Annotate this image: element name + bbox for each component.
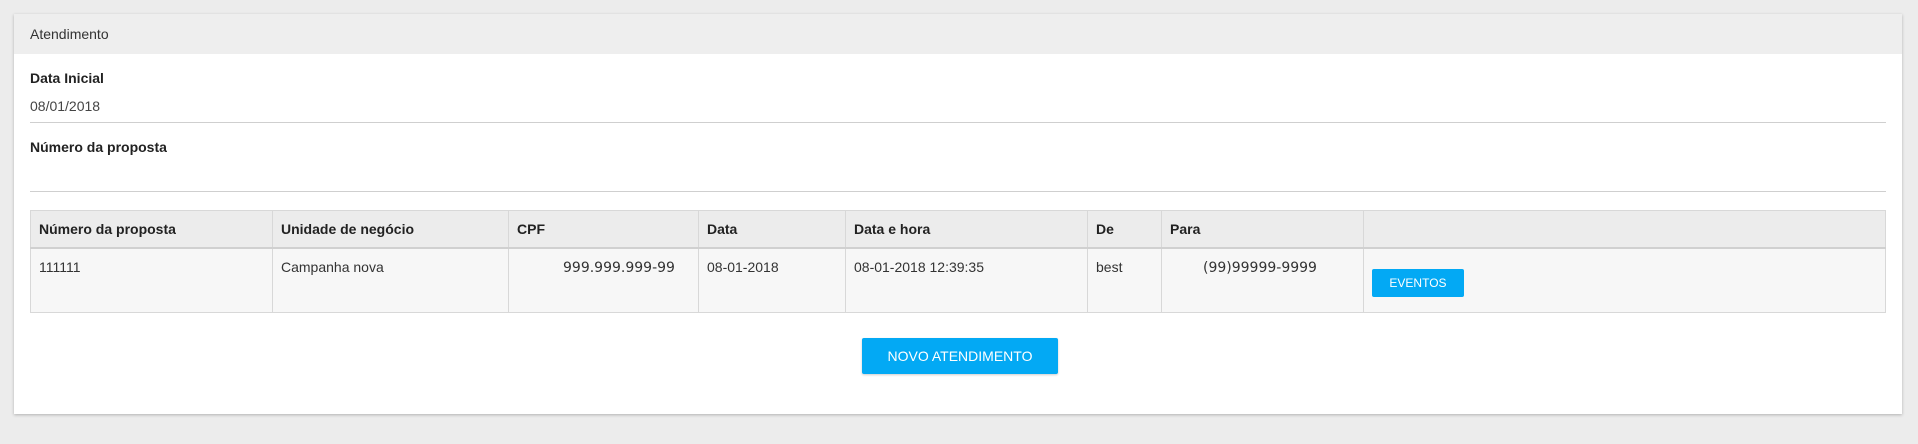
- column-header-unidade-negocio: Unidade de negócio: [272, 210, 509, 249]
- cell-data-text: 08-01-2018: [707, 259, 779, 275]
- column-header-data-hora: Data e hora: [845, 210, 1088, 249]
- cell-para: (99)99999-9999: [1161, 247, 1364, 313]
- column-header-data: Data: [698, 210, 846, 249]
- numero-proposta-input[interactable]: [30, 167, 1886, 183]
- cell-data-hora: 08-01-2018 12:39:35: [845, 247, 1088, 313]
- table-row: 111111 Campanha nova 999.999.999-99 08-0…: [30, 247, 1886, 313]
- results-table: Número da proposta Unidade de negócio CP…: [30, 210, 1886, 313]
- cell-actions: EVENTOS: [1363, 247, 1886, 313]
- column-header-cpf: CPF: [508, 210, 699, 249]
- cell-cpf-text: 999.999.999-99: [563, 260, 675, 276]
- cell-para-text: (99)99999-9999: [1203, 260, 1317, 276]
- cell-de-text: best: [1096, 259, 1123, 275]
- numero-proposta-label: Número da proposta: [30, 139, 167, 155]
- data-inicial-field: Data Inicial: [30, 54, 1886, 123]
- column-header-actions: [1363, 210, 1886, 249]
- eventos-button[interactable]: EVENTOS: [1372, 269, 1464, 297]
- data-inicial-input[interactable]: [30, 98, 1886, 114]
- panel-header: Atendimento: [14, 14, 1902, 54]
- column-header-para: Para: [1161, 210, 1364, 249]
- column-header-numero-proposta: Número da proposta: [30, 210, 273, 249]
- atendimento-panel: Atendimento Data Inicial Número da propo…: [14, 14, 1902, 414]
- cell-unidade-negocio: Campanha nova: [272, 247, 509, 313]
- panel-title: Atendimento: [30, 26, 109, 42]
- numero-proposta-field: Número da proposta: [30, 123, 1886, 192]
- table-header-row: Número da proposta Unidade de negócio CP…: [30, 210, 1886, 249]
- cell-data: 08-01-2018: [698, 247, 846, 313]
- column-header-de: De: [1087, 210, 1162, 249]
- data-inicial-label: Data Inicial: [30, 70, 104, 86]
- panel-body: Data Inicial Número da proposta Número d…: [14, 54, 1902, 313]
- cell-de: best: [1087, 247, 1162, 313]
- cell-unidade-negocio-text: Campanha nova: [281, 259, 384, 275]
- novo-atendimento-button[interactable]: NOVO ATENDIMENTO: [862, 338, 1058, 374]
- cell-numero-proposta-text: 111111: [39, 259, 81, 275]
- cell-numero-proposta: 111111: [30, 247, 273, 313]
- cell-data-hora-text: 08-01-2018 12:39:35: [854, 259, 984, 275]
- cell-cpf: 999.999.999-99: [508, 247, 699, 313]
